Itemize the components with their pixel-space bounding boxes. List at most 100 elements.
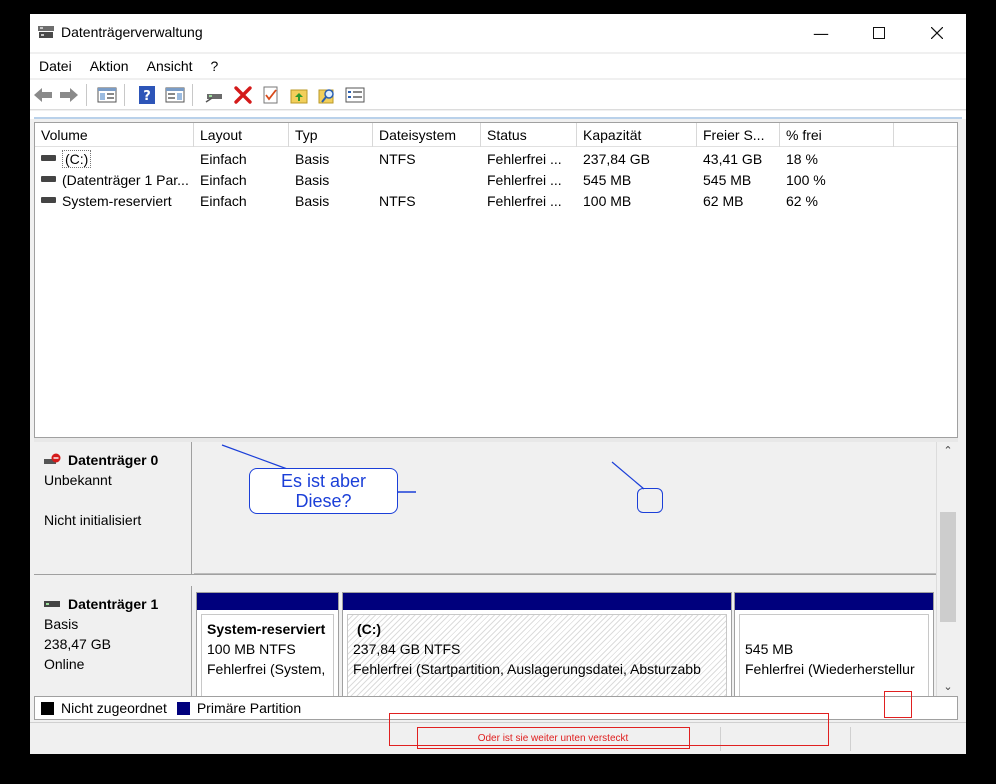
- cell-layout: Einfach: [200, 151, 247, 167]
- maximize-button[interactable]: [850, 14, 908, 52]
- minimize-button[interactable]: —: [792, 14, 850, 52]
- volume-list-header: Volume Layout Typ Dateisystem Status Kap…: [35, 123, 957, 147]
- partition-body: System-reserviert 100 MB NTFS Fehlerfrei…: [201, 614, 334, 696]
- column-header-kapazitaet[interactable]: Kapazität: [577, 123, 697, 147]
- cell-status: Fehlerfrei ...: [487, 172, 562, 188]
- disk-1-state: Online: [44, 656, 85, 672]
- show-hide-console-tree-icon[interactable]: [96, 85, 118, 105]
- partition-recovery[interactable]: 545 MB Fehlerfrei (Wiederherstellur: [734, 592, 934, 696]
- partition-status: Fehlerfrei (System,: [207, 661, 326, 677]
- toolbar-separator: [86, 84, 87, 106]
- legend-unallocated: Nicht zugeordnet: [41, 700, 167, 716]
- volume-list[interactable]: Volume Layout Typ Dateisystem Status Kap…: [34, 122, 958, 438]
- cell-volume: (C:): [35, 149, 194, 170]
- search-icon[interactable]: [316, 85, 338, 105]
- toolbar-separator: [192, 84, 193, 106]
- column-header-prozent-frei[interactable]: % frei: [780, 123, 894, 147]
- scroll-down-icon[interactable]: ⌄: [937, 678, 959, 696]
- cell-freier-speicher: 62 MB: [703, 193, 744, 209]
- disk-error-icon: [44, 453, 61, 464]
- cell-dateisystem: NTFS: [379, 193, 416, 209]
- annotation-red-box-small: [884, 691, 912, 718]
- column-header-empty: [894, 123, 957, 147]
- menu-datei[interactable]: Datei: [32, 58, 79, 74]
- cell-freier-speicher: 545 MB: [703, 172, 752, 188]
- legend-label: Primäre Partition: [196, 700, 302, 716]
- column-header-freier-speicher[interactable]: Freier S...: [697, 123, 780, 147]
- menu-bar: Datei Aktion Ansicht ?: [30, 54, 966, 78]
- callout-line-2: Diese?: [295, 491, 352, 511]
- partition-body: 545 MB Fehlerfrei (Wiederherstellur: [739, 614, 929, 696]
- up-folder-icon[interactable]: [288, 85, 310, 105]
- column-header-volume[interactable]: Volume: [35, 123, 194, 147]
- delete-icon[interactable]: [232, 85, 254, 105]
- table-row[interactable]: System-reserviert Einfach Basis NTFS Feh…: [35, 191, 957, 212]
- partition-fs: 100 MB NTFS: [207, 641, 296, 657]
- column-header-dateisystem[interactable]: Dateisystem: [373, 123, 481, 147]
- cell-prozent-frei: 18 %: [786, 151, 818, 167]
- disk-0-name-row: Datenträger 0: [44, 450, 181, 470]
- partition-body-selected: (C:) 237,84 GB NTFS Fehlerfrei (Startpar…: [347, 614, 727, 696]
- annotation-callout: Es ist aber Diese?: [249, 468, 398, 514]
- check-icon[interactable]: [260, 85, 282, 105]
- forward-icon[interactable]: [58, 85, 80, 105]
- partition-bar-primary: [735, 593, 933, 610]
- partition-system-reserved[interactable]: System-reserviert 100 MB NTFS Fehlerfrei…: [196, 592, 339, 696]
- disk-row-separator: [34, 574, 938, 586]
- disk-0-type: Unbekannt: [44, 472, 112, 488]
- partition-name: (C:): [357, 621, 382, 637]
- cell-status: Fehlerfrei ...: [487, 193, 562, 209]
- disk-1-type: Basis: [44, 616, 79, 632]
- help-icon[interactable]: ?: [136, 85, 158, 105]
- column-header-typ[interactable]: Typ: [289, 123, 373, 147]
- close-button[interactable]: [908, 14, 966, 52]
- menu-ansicht[interactable]: Ansicht: [140, 58, 200, 74]
- window-title: Datenträgerverwaltung: [61, 24, 203, 40]
- properties-icon[interactable]: [344, 85, 366, 105]
- disk-0-state: Nicht initialisiert: [44, 512, 142, 528]
- volume-name: (C:): [62, 150, 92, 168]
- cell-prozent-frei: 100 %: [786, 172, 826, 188]
- partition-bar-primary: [197, 593, 338, 610]
- cell-freier-speicher: 43,41 GB: [703, 151, 763, 167]
- column-header-status[interactable]: Status: [481, 123, 577, 147]
- connect-drive-icon[interactable]: [204, 85, 226, 105]
- disk-0-label[interactable]: Datenträger 0 Unbekannt Nicht initialisi…: [34, 442, 192, 574]
- close-icon: [931, 27, 943, 39]
- scrollbar-thumb[interactable]: [940, 512, 956, 622]
- legend-swatch-primary: [176, 701, 190, 715]
- disk-1-name: Datenträger 1: [68, 596, 159, 612]
- disk-graphical-view: Datenträger 0 Unbekannt Nicht initialisi…: [34, 442, 958, 696]
- disk-1-name-row: Datenträger 1: [44, 594, 181, 614]
- minimize-icon: —: [813, 23, 829, 43]
- disk-icon: [44, 601, 60, 607]
- partition-fs: 545 MB: [745, 641, 794, 657]
- table-row[interactable]: (C:) Einfach Basis NTFS Fehlerfrei ... 2…: [35, 149, 957, 170]
- menu-aktion[interactable]: Aktion: [83, 58, 136, 74]
- cell-dateisystem: [373, 170, 481, 191]
- toolbar: ?: [30, 80, 966, 110]
- cell-volume: (Datenträger 1 Par...: [35, 170, 194, 191]
- callout-line-1: Es ist aber: [280, 471, 367, 491]
- status-segment: [850, 727, 966, 751]
- disk-management-app-icon: [38, 26, 54, 38]
- vertical-scrollbar[interactable]: ⌃ ⌄: [936, 442, 958, 696]
- disk-1-label[interactable]: Datenträger 1 Basis 238,47 GB Online: [34, 586, 192, 696]
- scroll-up-icon[interactable]: ⌃: [937, 442, 959, 460]
- partition-bar-primary: [343, 593, 731, 610]
- cell-status: Fehlerfrei ...: [487, 151, 562, 167]
- toolbar-separator: [124, 84, 125, 106]
- cell-kapazitaet: 100 MB: [583, 193, 632, 209]
- drive-icon: [41, 155, 56, 162]
- column-header-layout[interactable]: Layout: [194, 123, 289, 147]
- cell-layout: Einfach: [200, 193, 247, 209]
- show-hide-action-pane-icon[interactable]: [164, 85, 186, 105]
- cell-layout: Einfach: [200, 172, 247, 188]
- menu-help[interactable]: ?: [204, 58, 226, 74]
- table-row[interactable]: (Datenträger 1 Par... Einfach Basis Fehl…: [35, 170, 957, 191]
- legend-primary: Primäre Partition: [176, 700, 302, 716]
- back-icon[interactable]: [32, 85, 54, 105]
- partition-name: System-reserviert: [207, 621, 326, 637]
- svg-text:?: ?: [143, 89, 151, 104]
- partition-c[interactable]: (C:) 237,84 GB NTFS Fehlerfrei (Startpar…: [342, 592, 732, 696]
